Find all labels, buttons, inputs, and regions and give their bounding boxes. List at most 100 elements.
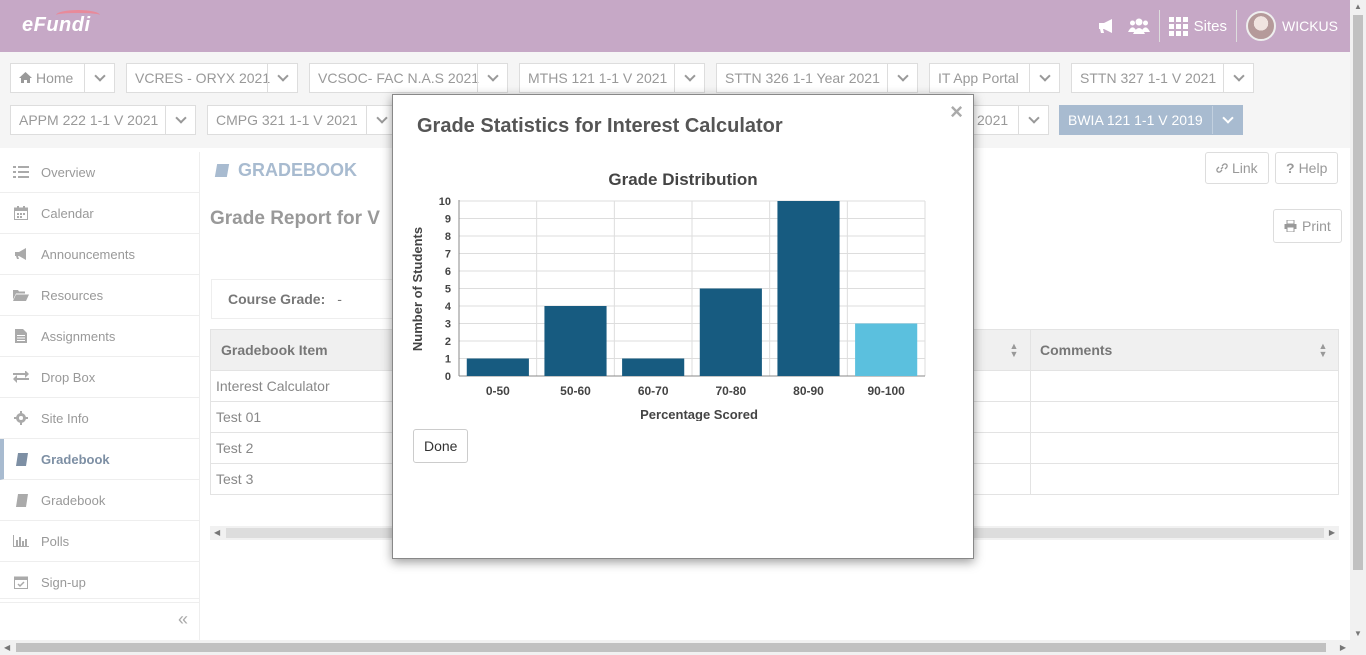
- x-tick-label: 50-60: [560, 384, 591, 398]
- y-tick-label: 9: [445, 214, 451, 226]
- sidebar-item-announcements[interactable]: Announcements: [0, 234, 199, 275]
- gradebook-item-name[interactable]: Test 2: [216, 440, 253, 456]
- y-tick-labels: 0 1 2 3 4 5 6 7 8 9 10: [439, 196, 452, 383]
- column-header-comments[interactable]: Comments: [1040, 342, 1112, 358]
- sidebar-item-label: Gradebook: [41, 451, 110, 467]
- chevron-down-icon[interactable]: [267, 64, 297, 92]
- help-button[interactable]: ? Help: [1275, 152, 1339, 184]
- tab-site[interactable]: 2021: [966, 105, 1049, 135]
- sidebar-item-label: Drop Box: [41, 369, 96, 385]
- sidebar-item-label: Sign-up: [41, 574, 86, 590]
- scroll-left-arrow[interactable]: ◀: [214, 528, 220, 537]
- tab-site[interactable]: STTN 327 1-1 V 2021: [1071, 63, 1254, 93]
- scroll-up-arrow[interactable]: ▲: [1354, 2, 1362, 11]
- bar-80-90[interactable]: [777, 201, 840, 376]
- tab-site[interactable]: CMPG 321 1-1 V 2021: [207, 105, 397, 135]
- collapse-sidebar[interactable]: «: [0, 598, 200, 640]
- close-icon[interactable]: ×: [950, 99, 963, 125]
- chevron-down-icon[interactable]: [1223, 64, 1253, 92]
- page-vertical-scrollbar[interactable]: ▲ ▼: [1350, 0, 1366, 640]
- file-text-icon: [12, 329, 30, 343]
- sidebar-item-site-info[interactable]: Site Info: [0, 398, 199, 439]
- sidebar-item-gradebook-active[interactable]: Gradebook: [0, 439, 199, 480]
- bar-90-100[interactable]: [855, 323, 918, 377]
- avatar[interactable]: [1246, 11, 1276, 41]
- sidebar-item-resources[interactable]: Resources: [0, 275, 199, 316]
- page-horizontal-scrollbar[interactable]: ◀ ▶: [0, 640, 1366, 655]
- y-tick-label: 7: [445, 249, 451, 261]
- report-title: Grade Report for V: [210, 208, 380, 229]
- scrollbar-thumb[interactable]: [1353, 15, 1363, 570]
- bar-70-80[interactable]: [699, 288, 762, 377]
- group-icon[interactable]: [1127, 17, 1150, 35]
- sidebar-item-overview[interactable]: Overview: [0, 152, 199, 193]
- tab-site[interactable]: VCRES - ORYX 2021: [126, 63, 298, 93]
- x-tick-label: 80-90: [793, 384, 824, 398]
- sidebar-item-label: Site Info: [41, 410, 89, 426]
- link-button[interactable]: Link: [1205, 152, 1269, 184]
- chevron-down-icon[interactable]: [887, 64, 917, 92]
- home-icon: [19, 72, 32, 83]
- sort-icon[interactable]: ▲ ▼: [1009, 342, 1019, 359]
- chevron-down-icon[interactable]: [84, 64, 114, 92]
- scroll-right-arrow[interactable]: ▶: [1340, 643, 1346, 652]
- y-tick-label: 1: [445, 354, 451, 366]
- grade-distribution-chart: Grade Distribution Number of Students Pe…: [410, 170, 926, 421]
- top-header: eFundi Sites WICKUS: [0, 0, 1350, 52]
- tab-site[interactable]: APPM 222 1-1 V 2021: [10, 105, 196, 135]
- chevron-down-icon[interactable]: [1212, 106, 1242, 134]
- megaphone-icon[interactable]: [1096, 17, 1118, 35]
- header-divider: [1158, 10, 1160, 42]
- sidebar-item-drop-box[interactable]: Drop Box: [0, 357, 199, 398]
- sidebar-item-calendar[interactable]: Calendar: [0, 193, 199, 234]
- course-grade: Course Grade: -: [211, 279, 411, 319]
- print-label: Print: [1302, 218, 1331, 234]
- course-grade-value: -: [337, 291, 342, 307]
- bar-50-60[interactable]: [544, 306, 607, 376]
- gear-icon: [12, 411, 30, 425]
- print-button[interactable]: Print: [1273, 209, 1342, 243]
- tab-site[interactable]: MTHS 121 1-1 V 2021: [519, 63, 705, 93]
- gradebook-item-name[interactable]: Test 01: [216, 409, 261, 425]
- sidebar-item-sign-up[interactable]: Sign-up: [0, 562, 199, 603]
- header-divider: [1236, 10, 1237, 42]
- exchange-icon: [12, 370, 30, 384]
- sort-icon[interactable]: ▲ ▼: [1318, 342, 1328, 359]
- tab-label: Home: [36, 70, 74, 86]
- sites-button[interactable]: Sites: [1168, 16, 1227, 36]
- bar-0-50[interactable]: [466, 358, 529, 377]
- course-grade-label: Course Grade:: [228, 291, 326, 307]
- sidebar-item-label: Calendar: [41, 205, 94, 221]
- chevron-down-icon[interactable]: [1018, 106, 1048, 134]
- scroll-right-arrow[interactable]: ▶: [1329, 528, 1335, 537]
- tab-site[interactable]: STTN 326 1-1 Year 2021: [716, 63, 918, 93]
- gradebook-item-name[interactable]: Interest Calculator: [216, 378, 330, 394]
- column-header-item[interactable]: Gradebook Item: [221, 342, 328, 358]
- scrollbar-thumb[interactable]: [16, 643, 1326, 652]
- user-name[interactable]: WICKUS: [1282, 18, 1338, 34]
- scroll-left-arrow[interactable]: ◀: [4, 643, 10, 652]
- bar-chart-icon: [12, 534, 30, 548]
- tab-site[interactable]: IT App Portal: [929, 63, 1060, 93]
- bar-60-70[interactable]: [622, 358, 685, 377]
- tab-current-site[interactable]: BWIA 121 1-1 V 2019: [1059, 105, 1243, 135]
- done-button[interactable]: Done: [413, 429, 469, 463]
- double-chevron-left-icon[interactable]: «: [178, 609, 188, 630]
- chevron-down-icon[interactable]: [674, 64, 704, 92]
- header-actions: Sites WICKUS: [1086, 10, 1338, 42]
- sidebar-item-assignments[interactable]: Assignments: [0, 316, 199, 357]
- chevron-down-icon[interactable]: [165, 106, 195, 134]
- y-tick-label: 6: [445, 266, 451, 278]
- chart-title: Grade Distribution: [608, 170, 757, 189]
- tab-label: BWIA 121 1-1 V 2019: [1068, 112, 1203, 128]
- sidebar-item-label: Resources: [41, 287, 104, 303]
- sidebar-item-polls[interactable]: Polls: [0, 521, 199, 562]
- chevron-down-icon[interactable]: [1029, 64, 1059, 92]
- scroll-down-arrow[interactable]: ▼: [1354, 629, 1362, 638]
- gradebook-item-name[interactable]: Test 3: [216, 471, 253, 487]
- tab-home[interactable]: Home: [10, 63, 115, 93]
- chevron-down-icon[interactable]: [477, 64, 507, 92]
- x-tick-label: 0-50: [486, 384, 510, 398]
- tab-site[interactable]: VCSOC- FAC N.A.S 2021: [309, 63, 508, 93]
- sidebar-item-gradebook[interactable]: Gradebook: [0, 480, 199, 521]
